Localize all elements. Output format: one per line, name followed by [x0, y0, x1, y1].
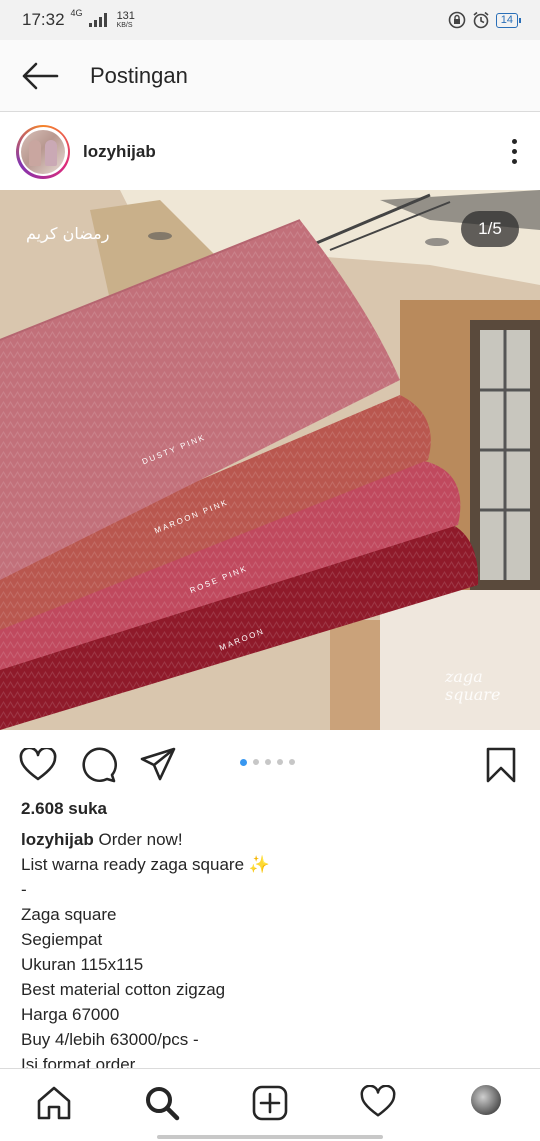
carousel-dot	[277, 759, 283, 765]
carousel-dot	[289, 759, 295, 765]
page-title: Postingan	[90, 62, 188, 88]
profile-avatar	[471, 1085, 501, 1115]
add-post-icon	[252, 1085, 288, 1121]
more-dot-icon	[511, 139, 517, 144]
system-home-indicator[interactable]	[157, 1135, 383, 1139]
page-indicator-text: 1/5	[478, 219, 502, 238]
carousel-dot	[265, 759, 271, 765]
nav-search-button[interactable]	[108, 1069, 216, 1141]
nav-add-post-button[interactable]	[216, 1069, 324, 1141]
carousel-indicator	[240, 758, 295, 766]
likes-count[interactable]: 2.608 suka	[21, 799, 107, 819]
post-photo[interactable]: رمضان كريم DUSTY PINK MAROON PINK ROSE P…	[0, 190, 540, 730]
activity-heart-icon	[360, 1085, 396, 1117]
back-button[interactable]	[0, 40, 80, 112]
comment-icon	[82, 747, 117, 783]
home-icon	[37, 1086, 71, 1120]
page-indicator: 1/5	[461, 211, 519, 247]
data-speed-unit: KB/S	[116, 21, 133, 29]
arrow-left-icon	[22, 62, 59, 89]
caption-text: Order now!	[98, 830, 183, 849]
more-options-button[interactable]	[504, 132, 524, 172]
alarm-icon	[473, 11, 489, 29]
caption-line: Harga 67000	[21, 1005, 120, 1024]
search-icon	[146, 1087, 180, 1121]
avatar-image	[21, 129, 65, 174]
send-icon	[140, 747, 176, 781]
heart-icon	[19, 748, 57, 781]
nav-home-button[interactable]	[0, 1069, 108, 1141]
battery-icon: 14	[495, 12, 522, 28]
data-speed-value: 131	[116, 9, 135, 22]
post-actions	[0, 730, 540, 798]
caption-line: Ukuran 115x115	[21, 955, 144, 974]
nav-activity-button[interactable]	[324, 1069, 432, 1141]
carousel-dot-active	[240, 758, 247, 766]
save-button[interactable]	[482, 746, 520, 784]
like-button[interactable]	[19, 746, 57, 784]
caption-first-line: lozyhijab Order now!	[21, 827, 521, 852]
network-type: 4G	[70, 8, 83, 18]
data-speed: 131 KB/S	[116, 9, 135, 30]
lock-rotation-icon	[448, 11, 466, 29]
caption-line: List warna ready zaga square ✨	[21, 855, 270, 874]
caption-line: Segiempat	[21, 930, 103, 949]
more-dot-icon	[511, 149, 517, 154]
carousel-dot	[253, 759, 259, 765]
share-button[interactable]	[139, 746, 177, 784]
signal-icon	[88, 13, 107, 27]
photo-overlay-text: رمضان كريم	[26, 224, 110, 243]
caption-line: -	[21, 880, 27, 899]
post-caption: lozyhijab Order now! List warna ready za…	[21, 827, 521, 1077]
caption-username[interactable]: lozyhijab	[21, 830, 94, 849]
caption-line: Buy 4/lebih 63000/pcs -	[21, 1030, 199, 1049]
status-bar: 17:32 4G 131 KB/S 14	[0, 0, 540, 40]
avatar[interactable]	[16, 124, 70, 179]
caption-line: Zaga square	[21, 905, 117, 924]
nav-profile-button[interactable]	[432, 1069, 540, 1141]
status-time: 17:32	[22, 10, 65, 29]
bookmark-icon	[486, 747, 516, 783]
app-bar: Postingan	[0, 40, 540, 112]
more-dot-icon	[511, 159, 517, 164]
caption-line: Best material cotton zigzag	[21, 980, 226, 999]
comment-button[interactable]	[79, 746, 117, 784]
bottom-nav	[0, 1068, 540, 1141]
photo-illustration	[0, 190, 540, 730]
post-header: lozyhijab	[0, 113, 540, 190]
brand-watermark: zaga square	[445, 667, 501, 704]
post-username[interactable]: lozyhijab	[83, 142, 156, 162]
